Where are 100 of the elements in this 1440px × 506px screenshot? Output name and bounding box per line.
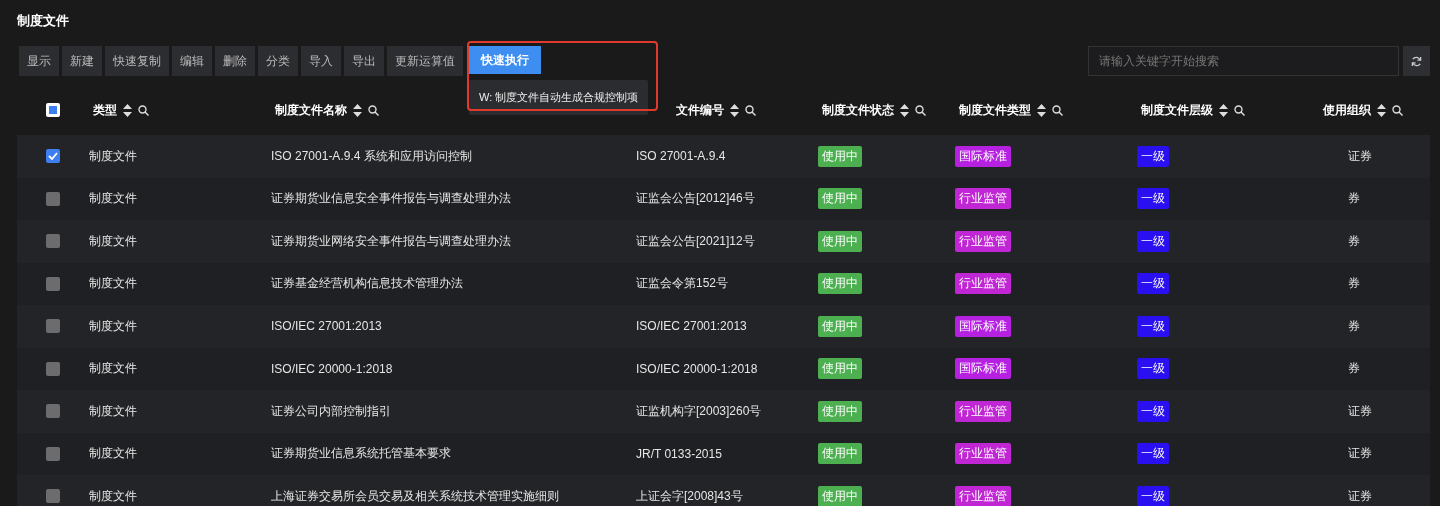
toolbar-button[interactable]: 显示 [19, 46, 59, 76]
level-tag: 一级 [1137, 273, 1169, 295]
table-cell: 证券期货业网络安全事件报告与调查处理办法 [271, 232, 511, 250]
sort-icon[interactable] [1219, 103, 1228, 117]
column-header[interactable]: 制度文件类型 [959, 101, 1031, 119]
table-cell: ISO/IEC 27001:2013 [636, 319, 747, 334]
checkbox[interactable] [46, 361, 60, 376]
search-field[interactable]: 请输入关键字开始搜索 [1088, 46, 1399, 76]
sort-icon[interactable] [730, 103, 739, 117]
level-tag: 一级 [1137, 315, 1169, 337]
checkbox[interactable] [46, 404, 60, 419]
table-cell: ISO/IEC 20000-1:2018 [636, 361, 758, 376]
checkbox[interactable] [46, 103, 60, 117]
type-tag: 行业监管 [955, 230, 1011, 252]
table-cell: 制度文件 [89, 402, 137, 420]
table-cell: 制度文件 [89, 445, 137, 463]
page-title: 制度文件 [16, 12, 70, 30]
table-cell: ISO 27001-A.9.4 系统和应用访问控制 [271, 147, 472, 165]
type-tag: 行业监管 [955, 188, 1011, 210]
column-header[interactable]: 制度文件层级 [1141, 101, 1213, 119]
toolbar-button[interactable]: 导入 [301, 46, 341, 76]
table-cell: 制度文件 [89, 232, 137, 250]
type-tag: 国际标准 [955, 145, 1011, 167]
search-icon[interactable] [915, 104, 926, 116]
column-header[interactable]: 制度文件名称 [275, 101, 347, 119]
search-icon[interactable] [745, 104, 756, 116]
level-tag: 一级 [1137, 188, 1169, 210]
type-tag: 行业监管 [955, 443, 1011, 465]
status-tag: 使用中 [818, 145, 862, 167]
table-cell: 证监会令第152号 [636, 275, 729, 293]
column-header[interactable]: 类型 [93, 101, 117, 119]
level-tag: 一级 [1137, 145, 1169, 167]
table-cell: 证券基金经营机构信息技术管理办法 [271, 275, 463, 293]
checkbox[interactable] [46, 149, 60, 164]
search-icon[interactable] [368, 104, 379, 116]
search-icon[interactable] [138, 104, 149, 116]
refresh-icon [1411, 55, 1422, 67]
table-cell: 证券 [1348, 402, 1372, 420]
column-header[interactable]: 文件编号 [676, 101, 724, 119]
toolbar-button[interactable]: 编辑 [172, 46, 212, 76]
level-tag: 一级 [1137, 443, 1169, 465]
level-tag: 一级 [1137, 230, 1169, 252]
toolbar-button[interactable]: 删除 [215, 46, 255, 76]
level-tag: 一级 [1137, 400, 1169, 422]
refresh-button[interactable] [1403, 46, 1430, 76]
level-tag: 一级 [1137, 358, 1169, 380]
checkbox[interactable] [46, 234, 60, 249]
menu-item[interactable]: W: 制度文件自动生成合规控制项 [479, 90, 639, 105]
table-cell: 上海证券交易所会员交易及相关系统技术管理实施细则 [271, 487, 559, 505]
status-tag: 使用中 [818, 230, 862, 252]
table-cell: ISO/IEC 20000-1:2018 [271, 361, 393, 376]
status-tag: 使用中 [818, 273, 862, 295]
sort-icon[interactable] [900, 103, 909, 117]
status-tag: 使用中 [818, 358, 862, 380]
sort-icon[interactable] [123, 103, 132, 117]
level-tag: 一级 [1137, 485, 1169, 506]
table-cell: 制度文件 [89, 275, 137, 293]
toolbar-button[interactable]: 更新运算值 [387, 46, 463, 76]
table-cell: 制度文件 [89, 360, 137, 378]
table-cell: 制度文件 [89, 487, 137, 505]
column-header[interactable]: 使用组织 [1323, 101, 1371, 119]
table-cell: 证监会公告[2012]46号 [636, 190, 755, 208]
sort-icon[interactable] [1377, 103, 1386, 117]
type-tag: 国际标准 [955, 315, 1011, 337]
table-cell: 证券 [1348, 445, 1372, 463]
table-cell: 证券期货业信息安全事件报告与调查处理办法 [271, 190, 511, 208]
table-cell: 券 [1348, 317, 1360, 335]
table-cell: 证券公司内部控制指引 [271, 402, 391, 420]
checkbox[interactable] [46, 276, 60, 291]
search-icon[interactable] [1052, 104, 1063, 116]
table-cell: 上证会字[2008]43号 [636, 487, 743, 505]
type-tag: 行业监管 [955, 273, 1011, 295]
sort-icon[interactable] [1037, 103, 1046, 117]
table-cell: 证券 [1348, 147, 1372, 165]
table-cell: ISO/IEC 27001:2013 [271, 319, 382, 334]
search-icon[interactable] [1392, 104, 1403, 116]
checkbox[interactable] [46, 446, 60, 461]
checkbox[interactable] [46, 191, 60, 206]
table-cell: 制度文件 [89, 190, 137, 208]
table-cell: JR/T 0133-2015 [636, 446, 722, 461]
table-cell: 证券 [1348, 487, 1372, 505]
table-cell: 证券期货业信息系统托管基本要求 [271, 445, 451, 463]
toolbar-button[interactable]: 快速复制 [105, 46, 169, 76]
status-tag: 使用中 [818, 443, 862, 465]
checkbox[interactable] [46, 319, 60, 334]
checkbox[interactable] [46, 489, 60, 504]
sort-icon[interactable] [353, 103, 362, 117]
type-tag: 行业监管 [955, 400, 1011, 422]
table-cell: 制度文件 [89, 317, 137, 335]
toolbar-button[interactable]: 分类 [258, 46, 298, 76]
search-icon[interactable] [1234, 104, 1245, 116]
status-tag: 使用中 [818, 400, 862, 422]
status-tag: 使用中 [818, 485, 862, 506]
table-cell: 证监机构字[2003]260号 [636, 402, 762, 420]
table-cell: 制度文件 [89, 147, 137, 165]
toolbar-button[interactable]: 导出 [344, 46, 384, 76]
column-header[interactable]: 制度文件状态 [822, 101, 894, 119]
toolbar-button[interactable]: 新建 [62, 46, 102, 76]
table-cell: 证监会公告[2021]12号 [636, 232, 755, 250]
status-tag: 使用中 [818, 188, 862, 210]
